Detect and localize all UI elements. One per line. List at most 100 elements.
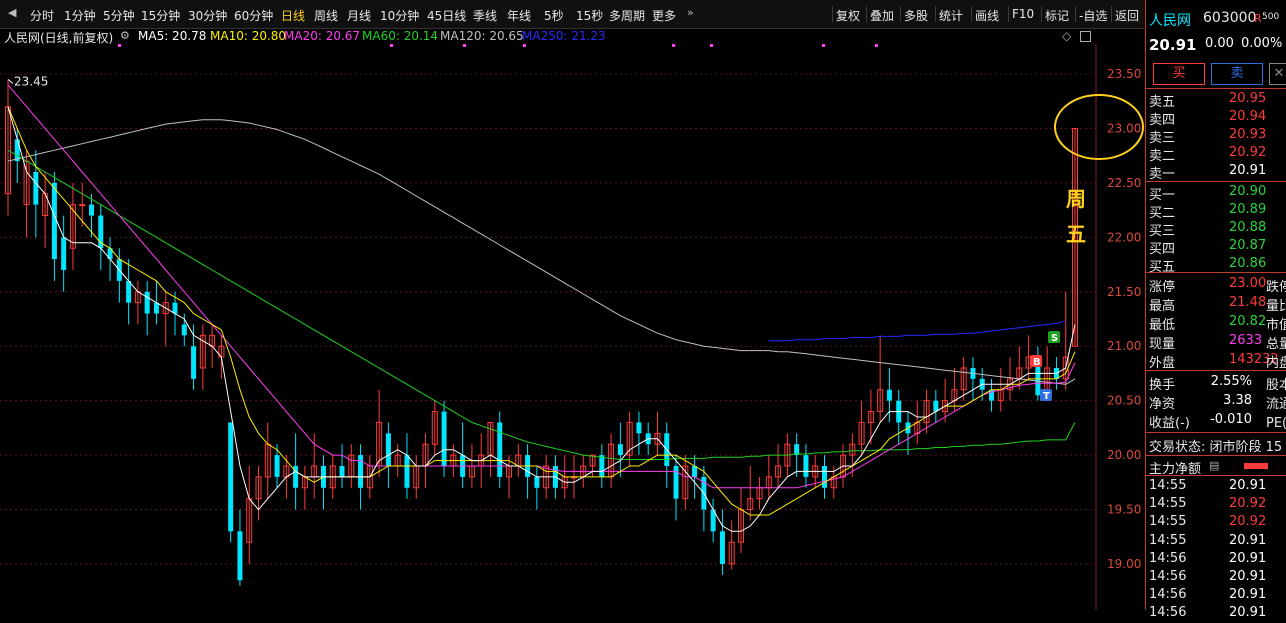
toolbar-button[interactable]: 多股	[904, 7, 928, 24]
candle-body	[191, 346, 197, 379]
period-tab[interactable]: 年线	[507, 7, 531, 24]
candle-body	[172, 302, 178, 314]
y-tick-label: 19.00	[1107, 557, 1141, 571]
tick-price: 20.92	[1229, 496, 1267, 512]
candle-body	[79, 204, 86, 207]
quote-row: 换手 2.55% 股本	[1149, 374, 1286, 393]
buy-button[interactable]: 买	[1153, 63, 1205, 85]
y-tick-label: 22.00	[1107, 230, 1141, 244]
toolbar-button[interactable]: 返回	[1115, 7, 1139, 24]
toolbar-button[interactable]: 统计	[939, 7, 963, 24]
stock-code: 603000	[1203, 10, 1257, 26]
period-tab[interactable]: 30分钟	[188, 7, 227, 24]
signal-marker-label: T	[1043, 391, 1050, 402]
quote-row: 最低 20.82 市值	[1149, 314, 1286, 333]
toolbar-button[interactable]: 标记	[1045, 7, 1069, 24]
period-tab[interactable]: 月线	[347, 7, 371, 24]
tick-price: 20.91	[1229, 569, 1267, 584]
candle-body	[497, 422, 503, 477]
candle-body	[237, 531, 243, 581]
settings-icon[interactable]: ⚙	[120, 29, 130, 42]
period-tab[interactable]: 季线	[473, 7, 497, 24]
signal-marker-label: S	[1051, 333, 1058, 344]
period-tab[interactable]: 15分钟	[141, 7, 180, 24]
quote-row-label: 卖五	[1149, 95, 1176, 110]
quote-row-extra: 流通	[1266, 397, 1286, 412]
quote-row-label: 收益(-)	[1149, 416, 1190, 431]
quote-row-label: 最低	[1149, 318, 1176, 333]
quote-row-value: 20.88	[1229, 220, 1267, 235]
restore-window-icon[interactable]	[1080, 31, 1091, 42]
tick-row: 14:56 20.91	[1149, 569, 1286, 587]
period-tab[interactable]: 分时	[30, 7, 54, 24]
tick-time: 14:56	[1149, 587, 1187, 603]
list-icon[interactable]: ▤	[1209, 459, 1219, 472]
period-tab[interactable]: 5秒	[544, 7, 564, 24]
tick-row: 14:56 20.91	[1149, 605, 1286, 623]
quote-row-extra: 内盘	[1266, 356, 1286, 371]
quote-row-value: 20.93	[1229, 127, 1267, 142]
sell-button[interactable]: 卖	[1211, 63, 1263, 85]
stock-tag: R	[1254, 12, 1262, 25]
diamond-icon[interactable]: ◇	[1062, 29, 1071, 43]
candle-body	[821, 466, 827, 488]
price-change-pct: 0.00%	[1241, 36, 1283, 51]
quote-row-value: 20.90	[1229, 184, 1267, 199]
period-tab[interactable]: 日线	[281, 7, 305, 24]
period-tab[interactable]: 45日线	[427, 7, 466, 24]
event-marker	[523, 44, 526, 47]
period-tab[interactable]: 1分钟	[64, 7, 96, 24]
quote-row-label: 卖四	[1149, 113, 1176, 128]
period-tab[interactable]: 周线	[314, 7, 338, 24]
quote-row: 收益(-) -0.010 PE(动	[1149, 412, 1286, 431]
quote-row: 卖一 20.91	[1149, 163, 1286, 182]
period-tab[interactable]: 60分钟	[234, 7, 273, 24]
quote-row-value: 2.55%	[1210, 374, 1252, 389]
ma250-line	[768, 320, 1066, 342]
event-marker	[822, 44, 825, 47]
toolbar-button[interactable]: 复权	[836, 7, 860, 24]
more-arrow-icon[interactable]: »	[687, 6, 694, 19]
tick-price: 20.91	[1229, 532, 1267, 548]
candle-body	[144, 291, 150, 314]
ma60-label: MA60: 20.14	[362, 29, 439, 43]
last-price: 20.91	[1149, 36, 1197, 54]
tick-time: 14:55	[1149, 496, 1187, 512]
kline-chart[interactable]: 23.50 23.00 22.50 22.00 21.50 21.00 20.50 20.00…	[0, 44, 1144, 610]
quote-row-value: -0.010	[1210, 412, 1252, 427]
toolbar-button[interactable]: 叠加	[870, 7, 894, 24]
tick-row: 14:55 20.92	[1149, 514, 1286, 532]
toolbar-button[interactable]: 画线	[975, 7, 999, 24]
period-toolbar: 分时 1分钟 5分钟 15分钟 30分钟 60分钟 日线 周线 月线 10分钟 45日线 季线 年线 5秒…	[0, 0, 1144, 29]
quote-row: 最高 21.48 量比	[1149, 295, 1286, 314]
quote-row-value: 20.89	[1229, 202, 1267, 217]
quote-row: 买二 20.89	[1149, 202, 1286, 221]
quote-row-label: 卖一	[1149, 167, 1176, 182]
candle-body	[441, 411, 447, 466]
period-tab[interactable]: 5分钟	[103, 7, 135, 24]
tick-row: 14:56 20.91	[1149, 587, 1286, 605]
period-tab[interactable]: 多周期	[609, 7, 645, 24]
candle-body	[181, 324, 187, 336]
candle-body	[692, 466, 698, 477]
quote-panel: 人民网 603000 R 500 20.91 0.00 0.00% 买 卖 ✕ …	[1145, 0, 1286, 620]
candle-body	[617, 444, 623, 456]
stock-name: 人民网	[1149, 13, 1191, 29]
quote-row-label: 买一	[1149, 188, 1176, 203]
tick-price: 20.91	[1229, 550, 1267, 566]
ma120-label: MA120: 20.65	[440, 29, 524, 43]
toolbar-button[interactable]: F10	[1012, 7, 1034, 21]
period-tab[interactable]: 15秒	[576, 7, 603, 24]
extra-button[interactable]: ✕	[1269, 63, 1286, 85]
toolbar-left-arrow-icon[interactable]: ◀	[8, 6, 16, 19]
candle-body	[33, 172, 39, 205]
toolbar-divider	[866, 6, 867, 22]
period-tab[interactable]: 更多	[652, 7, 676, 24]
toolbar-divider	[935, 6, 936, 22]
toolbar-divider	[900, 6, 901, 22]
period-tab[interactable]: 10分钟	[380, 7, 419, 24]
stock-tag-num: 500	[1262, 12, 1280, 22]
y-tick-label: 21.00	[1107, 339, 1141, 353]
quote-row: 卖四 20.94	[1149, 109, 1286, 128]
toolbar-button[interactable]: -自选	[1079, 7, 1107, 24]
